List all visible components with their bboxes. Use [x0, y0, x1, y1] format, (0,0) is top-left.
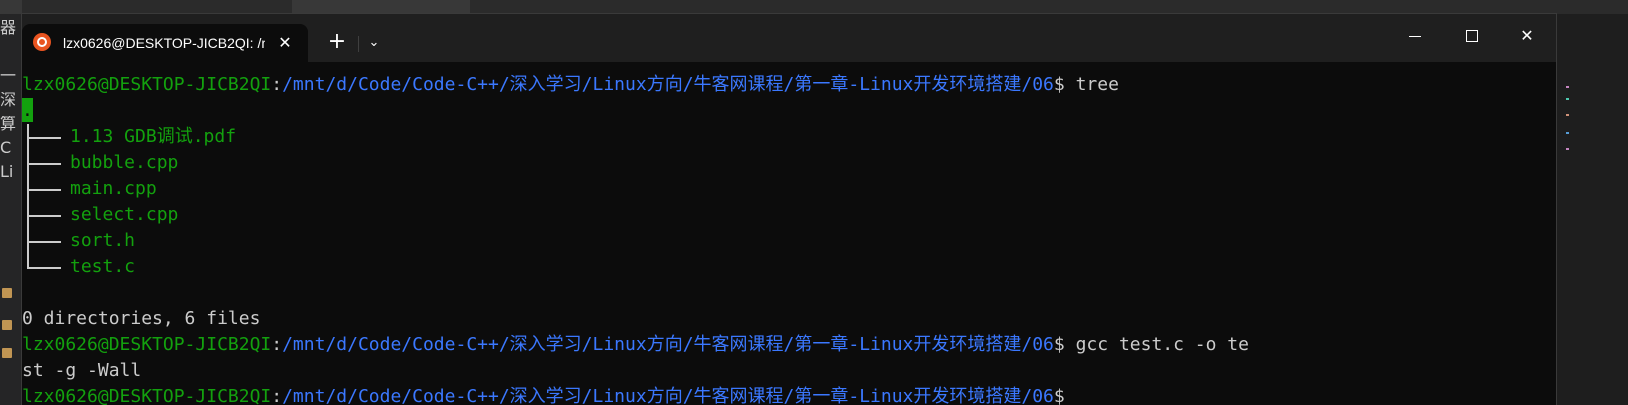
command-continuation: st -g -Wall	[22, 360, 142, 381]
prompt-line: lzx0626@DESKTOP-JICB2QI:/mnt/d/Code/Code…	[22, 72, 1556, 98]
tree-summary: 0 directories, 6 files	[22, 308, 261, 329]
ubuntu-icon	[33, 33, 51, 51]
prompt-separator: :	[271, 386, 283, 405]
prompt-line: lzx0626@DESKTOP-JICB2QI:/mnt/d/Code/Code…	[22, 332, 1556, 358]
explorer-fragment: Li	[0, 164, 14, 180]
topbar-segment	[292, 0, 470, 14]
tree-branch	[22, 228, 70, 254]
tree-entry: 1.13 GDB调试.pdf	[22, 124, 1556, 150]
explorer-fragment: 器	[0, 20, 17, 36]
prompt-user: lzx0626@DESKTOP-JICB2QI	[22, 74, 272, 95]
close-button[interactable]: ✕	[1498, 14, 1556, 58]
file-name: sort.h	[70, 230, 136, 251]
tree-branch	[22, 176, 70, 202]
explorer-fragment: 算	[0, 116, 17, 132]
tree-entry: bubble.cpp	[22, 150, 1556, 176]
title-bar[interactable]: lzx0626@DESKTOP-JICB2QI: /mnt/d/Code/Cod…	[22, 14, 1556, 62]
prompt-path: /mnt/d/Code/Code-C++/深入学习/Linux方向/牛客网课程/…	[282, 386, 1054, 405]
minimize-icon	[1409, 36, 1421, 37]
minimap-mark	[1566, 148, 1569, 150]
tab-close-icon[interactable]: ✕	[274, 32, 296, 54]
file-name: 1.13 GDB调试.pdf	[70, 126, 237, 147]
file-name: bubble.cpp	[70, 152, 179, 173]
prompt-path: /mnt/d/Code/Code-C++/深入学习/Linux方向/牛客网课程/…	[282, 334, 1054, 355]
prompt-user: lzx0626@DESKTOP-JICB2QI	[22, 334, 272, 355]
command-text: tree	[1075, 74, 1119, 95]
explorer-fragment: C	[0, 140, 12, 156]
explorer-fragment: 一	[0, 68, 17, 84]
prompt-line-partial: lzx0626@DESKTOP-JICB2QI:/mnt/d/Code/Code…	[22, 384, 1556, 405]
tab-title: lzx0626@DESKTOP-JICB2QI: /mnt/d/Code/Cod…	[63, 35, 265, 51]
folder-icon	[2, 288, 12, 298]
maximize-icon	[1466, 30, 1478, 42]
topbar-segment	[0, 0, 22, 14]
tree-root-line: .	[22, 98, 1556, 124]
command-text: gcc test.c -o te	[1075, 334, 1249, 355]
dropdown-chevron-icon[interactable]: ⌄	[362, 28, 386, 58]
tree-entry: select.cpp	[22, 202, 1556, 228]
terminal-output[interactable]: lzx0626@DESKTOP-JICB2QI:/mnt/d/Code/Code…	[22, 72, 1556, 405]
prompt-user: lzx0626@DESKTOP-JICB2QI	[22, 386, 272, 405]
tree-branch	[22, 202, 70, 228]
folder-icon	[2, 348, 12, 358]
tree-entry: test.c	[22, 254, 1556, 280]
tree-branch	[22, 124, 70, 150]
file-name: select.cpp	[70, 204, 179, 225]
tree-entry: sort.h	[22, 228, 1556, 254]
tree-root: .	[22, 98, 33, 122]
tree-entry: main.cpp	[22, 176, 1556, 202]
prompt-dollar: $	[1053, 334, 1076, 355]
tab-separator	[358, 36, 359, 52]
background-explorer-strip: 器 一 深 算 C Li	[0, 14, 22, 405]
background-minimap	[1556, 14, 1628, 405]
prompt-separator: :	[271, 74, 283, 95]
terminal-window: lzx0626@DESKTOP-JICB2QI: /mnt/d/Code/Cod…	[22, 14, 1556, 405]
background-topbar	[0, 0, 1628, 14]
minimap-mark	[1566, 86, 1569, 88]
tree-branch	[22, 150, 70, 176]
folder-icon	[2, 320, 12, 330]
file-name: main.cpp	[70, 178, 157, 199]
prompt-dollar: $	[1053, 74, 1076, 95]
terminal-tab[interactable]: lzx0626@DESKTOP-JICB2QI: /mnt/d/Code/Cod…	[22, 24, 308, 62]
prompt-dollar: $	[1053, 386, 1076, 405]
new-tab-button[interactable]: +	[322, 28, 352, 58]
prompt-separator: :	[271, 334, 283, 355]
file-name: test.c	[70, 256, 136, 277]
tree-branch	[22, 254, 70, 280]
maximize-button[interactable]	[1442, 14, 1500, 58]
minimap-mark	[1566, 132, 1569, 134]
minimap-mark	[1566, 98, 1569, 100]
explorer-fragment: 深	[0, 92, 17, 108]
minimap-mark	[1566, 114, 1569, 116]
prompt-path: /mnt/d/Code/Code-C++/深入学习/Linux方向/牛客网课程/…	[282, 74, 1054, 95]
minimize-button[interactable]	[1386, 14, 1444, 58]
